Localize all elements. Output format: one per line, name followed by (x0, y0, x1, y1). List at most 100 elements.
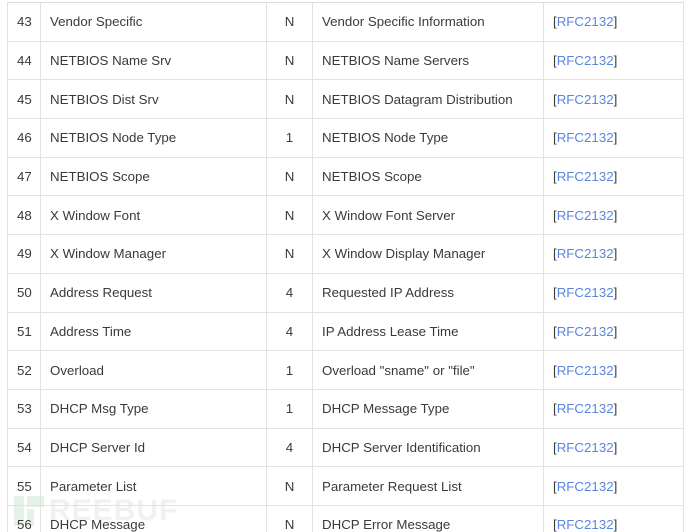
rfc-link[interactable]: RFC2132 (557, 169, 614, 184)
option-name-cell: Address Request (40, 272, 267, 313)
table-container: 43 Vendor Specific N Vendor Specific Inform… (7, 2, 684, 532)
option-code-cell: 44 (7, 40, 41, 81)
table-row: 55 Parameter List N Parameter Request List[… (7, 466, 684, 506)
dhcp-options-table: 43 Vendor Specific N Vendor Specific Inform… (7, 2, 684, 532)
option-name-cell: DHCP Msg Type (40, 388, 267, 429)
option-code-cell: 55 (7, 466, 41, 506)
option-length-cell: N (266, 40, 313, 81)
option-desc-cell: Overload "sname" or "file" (312, 350, 544, 390)
table-row: 49 X Window Manager N X Window Display Mana… (7, 234, 684, 274)
option-length-cell: N (266, 195, 313, 236)
option-reference-cell: [RFC2132] (543, 234, 684, 274)
bracket-close: ] (613, 14, 618, 30)
rfc-link[interactable]: RFC2132 (557, 440, 614, 455)
option-reference-cell: [RFC2132] (543, 427, 684, 468)
option-reference-cell: [RFC2132] (543, 156, 684, 197)
rfc-link[interactable]: RFC2132 (557, 324, 614, 339)
option-length-cell: 1 (266, 350, 313, 390)
bracket-close: ] (613, 517, 618, 532)
option-reference-cell: [RFC2132] (543, 118, 684, 158)
rfc-link[interactable]: RFC2132 (557, 479, 614, 494)
bracket-close: ] (613, 285, 618, 301)
option-length-cell: 1 (266, 118, 313, 158)
option-code-cell: 56 (7, 504, 41, 532)
option-name-cell: Parameter List (40, 466, 267, 506)
table-row: 43 Vendor Specific N Vendor Specific Inform… (7, 2, 684, 42)
rfc-link[interactable]: RFC2132 (557, 285, 614, 300)
table-row: 45 NETBIOS Dist Srv N NETBIOS Datagram Dist… (7, 79, 684, 120)
option-name-cell: DHCP Server Id (40, 427, 267, 468)
option-desc-cell: DHCP Error Message (312, 504, 544, 532)
option-name-cell: X Window Font (40, 195, 267, 236)
option-length-cell: 4 (266, 427, 313, 468)
bracket-close: ] (613, 53, 618, 69)
option-code-cell: 46 (7, 118, 41, 158)
option-code-cell: 54 (7, 427, 41, 468)
rfc-link[interactable]: RFC2132 (557, 14, 614, 29)
option-name-cell: NETBIOS Dist Srv (40, 79, 267, 120)
table-row: 53 DHCP Msg Type 1 DHCP Message Type [RFC213… (7, 388, 684, 429)
option-desc-cell: X Window Display Manager (312, 234, 544, 274)
table-row: 46 NETBIOS Node Type 1 NETBIOS Node Type [RF… (7, 118, 684, 158)
bracket-close: ] (613, 169, 618, 185)
table-row: 52 Overload 1 Overload "sname" or "file" [RF… (7, 350, 684, 390)
bracket-close: ] (613, 207, 618, 223)
option-reference-cell: [RFC2132] (543, 79, 684, 120)
table-row: 47 NETBIOS Scope N NETBIOS Scope [RFC2132] (7, 156, 684, 197)
option-reference-cell: [RFC2132] (543, 2, 684, 42)
option-desc-cell: NETBIOS Scope (312, 156, 544, 197)
rfc-link[interactable]: RFC2132 (557, 92, 614, 107)
option-length-cell: 1 (266, 388, 313, 429)
bracket-close: ] (613, 323, 618, 339)
table-row: 50 Address Request 4 Requested IP Address [R… (7, 272, 684, 313)
option-reference-cell: [RFC2132] (543, 40, 684, 81)
option-code-cell: 52 (7, 350, 41, 390)
rfc-link[interactable]: RFC2132 (557, 130, 614, 145)
table-row: 44 NETBIOS Name Srv N NETBIOS Name Servers[… (7, 40, 684, 81)
option-length-cell: N (266, 466, 313, 506)
table-row: 56 DHCP Message N DHCP Error Message [RFC213… (7, 504, 684, 532)
table-row: 48 X Window Font N X Window Font Server [RFC… (7, 195, 684, 236)
option-name-cell: X Window Manager (40, 234, 267, 274)
rfc-link[interactable]: RFC2132 (557, 246, 614, 261)
option-desc-cell: Parameter Request List (312, 466, 544, 506)
option-code-cell: 50 (7, 272, 41, 313)
option-reference-cell: [RFC2132] (543, 466, 684, 506)
option-length-cell: N (266, 2, 313, 42)
option-name-cell: NETBIOS Node Type (40, 118, 267, 158)
bracket-close: ] (613, 439, 618, 455)
option-reference-cell: [RFC2132] (543, 388, 684, 429)
rfc-link[interactable]: RFC2132 (557, 208, 614, 223)
option-name-cell: Overload (40, 350, 267, 390)
table-body: 43 Vendor Specific N Vendor Specific Inform… (7, 2, 684, 532)
option-length-cell: 4 (266, 311, 313, 352)
bracket-close: ] (613, 246, 618, 262)
option-length-cell: N (266, 79, 313, 120)
option-code-cell: 43 (7, 2, 41, 42)
bracket-close: ] (613, 130, 618, 146)
option-desc-cell: NETBIOS Name Servers (312, 40, 544, 81)
option-desc-cell: X Window Font Server (312, 195, 544, 236)
option-code-cell: 47 (7, 156, 41, 197)
option-code-cell: 53 (7, 388, 41, 429)
bracket-close: ] (613, 362, 618, 378)
rfc-link[interactable]: RFC2132 (557, 53, 614, 68)
rfc-link[interactable]: RFC2132 (557, 401, 614, 416)
option-reference-cell: [RFC2132] (543, 350, 684, 390)
option-reference-cell: [RFC2132] (543, 504, 684, 532)
option-reference-cell: [RFC2132] (543, 195, 684, 236)
option-name-cell: NETBIOS Scope (40, 156, 267, 197)
bracket-close: ] (613, 91, 618, 107)
option-desc-cell: NETBIOS Datagram Distribution (312, 79, 544, 120)
bracket-close: ] (613, 478, 618, 494)
option-length-cell: N (266, 504, 313, 532)
option-desc-cell: DHCP Server Identification (312, 427, 544, 468)
option-desc-cell: Vendor Specific Information (312, 2, 544, 42)
option-length-cell: 4 (266, 272, 313, 313)
option-desc-cell: IP Address Lease Time (312, 311, 544, 352)
table-row: 54 DHCP Server Id 4 DHCP Server Identificat… (7, 427, 684, 468)
option-name-cell: NETBIOS Name Srv (40, 40, 267, 81)
option-name-cell: Vendor Specific (40, 2, 267, 42)
rfc-link[interactable]: RFC2132 (557, 363, 614, 378)
rfc-link[interactable]: RFC2132 (557, 517, 614, 532)
